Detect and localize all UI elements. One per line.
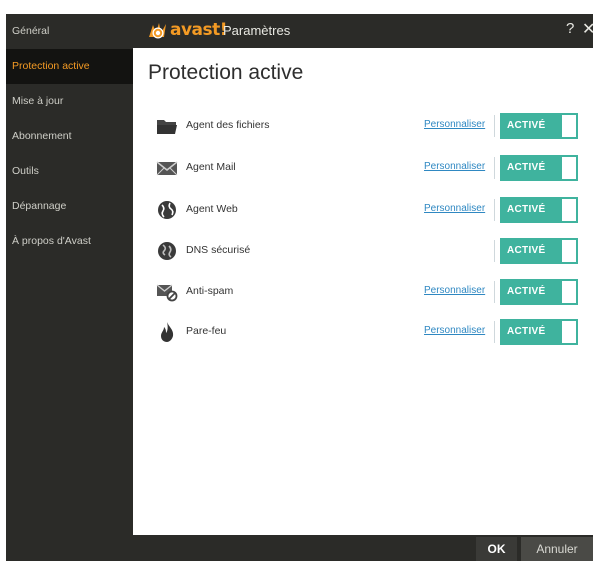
shield-label: Agent Web <box>186 203 238 215</box>
divider <box>494 199 495 221</box>
shield-toggle[interactable]: ACTIVÉ <box>500 279 578 305</box>
shield-label: Agent Mail <box>186 161 236 173</box>
toggle-status: ACTIVÉ <box>507 326 546 337</box>
shield-toggle[interactable]: ACTIVÉ <box>500 197 578 223</box>
page-title: Protection active <box>148 61 304 84</box>
flame-icon <box>161 322 174 342</box>
help-button[interactable]: ? <box>566 20 574 37</box>
divider <box>494 115 495 137</box>
sidebar-item-depannage[interactable]: Dépannage <box>6 189 133 224</box>
divider <box>494 321 495 343</box>
avast-logo-icon <box>149 23 166 39</box>
sidebar-item-general[interactable]: Général <box>6 14 133 49</box>
cancel-button[interactable]: Annuler <box>521 537 593 561</box>
sidebar-item-protection-active[interactable]: Protection active <box>6 49 133 84</box>
customize-link[interactable]: Personnaliser <box>424 285 485 296</box>
mail-icon <box>156 161 178 176</box>
toggle-status: ACTIVÉ <box>507 245 546 256</box>
divider <box>494 281 495 303</box>
sidebar: Général Protection active Mise à jour Ab… <box>6 14 133 561</box>
shield-label: Pare-feu <box>186 325 227 337</box>
shield-toggle[interactable]: ACTIVÉ <box>500 155 578 181</box>
toggle-status: ACTIVÉ <box>507 162 546 173</box>
divider <box>494 157 495 179</box>
web-globe-icon <box>158 201 176 219</box>
shield-row-antispam: Anti-spam Personnaliser ACTIVÉ <box>133 279 593 305</box>
toggle-status: ACTIVÉ <box>507 286 546 297</box>
window-title: Paramètres <box>223 23 291 38</box>
shield-toggle[interactable]: ACTIVÉ <box>500 113 578 139</box>
customize-link[interactable]: Personnaliser <box>424 161 485 172</box>
sidebar-item-outils[interactable]: Outils <box>6 154 133 189</box>
shield-label: Anti-spam <box>186 285 234 297</box>
toggle-knob <box>562 240 576 262</box>
divider <box>494 240 495 262</box>
shield-toggle[interactable]: ACTIVÉ <box>500 319 578 345</box>
footer-bar: OK Annuler <box>133 535 593 561</box>
customize-link[interactable]: Personnaliser <box>424 325 485 336</box>
close-button[interactable]: ✕ <box>582 19 593 39</box>
toggle-knob <box>562 321 576 343</box>
sidebar-item-mise-a-jour[interactable]: Mise à jour <box>6 84 133 119</box>
sidebar-item-abonnement[interactable]: Abonnement <box>6 119 133 154</box>
toggle-knob <box>562 281 576 303</box>
shield-row-web: Agent Web Personnaliser ACTIVÉ <box>133 197 593 223</box>
toggle-status: ACTIVÉ <box>507 204 546 215</box>
customize-link[interactable]: Personnaliser <box>424 203 485 214</box>
shield-toggle[interactable]: ACTIVÉ <box>500 238 578 264</box>
shield-label: DNS sécurisé <box>186 244 251 256</box>
main-panel: Protection active Agent des fichiers Per… <box>133 48 593 535</box>
toggle-knob <box>562 115 576 137</box>
brand-name: avast! <box>170 20 228 40</box>
folder-icon <box>157 120 177 134</box>
title-bar: avast! Paramètres ? ✕ <box>133 14 593 48</box>
shield-row-mail: Agent Mail Personnaliser ACTIVÉ <box>133 155 593 181</box>
shield-row-file: Agent des fichiers Personnaliser ACTIVÉ <box>133 113 593 139</box>
customize-link[interactable]: Personnaliser <box>424 119 485 130</box>
toggle-knob <box>562 157 576 179</box>
dns-globe-icon <box>158 242 176 260</box>
toggle-status: ACTIVÉ <box>507 120 546 131</box>
antispam-icon <box>156 284 178 302</box>
shield-label: Agent des fichiers <box>186 119 270 131</box>
toggle-knob <box>562 199 576 221</box>
ok-button[interactable]: OK <box>476 537 517 561</box>
shield-row-firewall: Pare-feu Personnaliser ACTIVÉ <box>133 319 593 345</box>
shield-row-dns: DNS sécurisé ACTIVÉ <box>133 238 593 264</box>
sidebar-item-a-propos[interactable]: À propos d'Avast <box>6 224 133 259</box>
